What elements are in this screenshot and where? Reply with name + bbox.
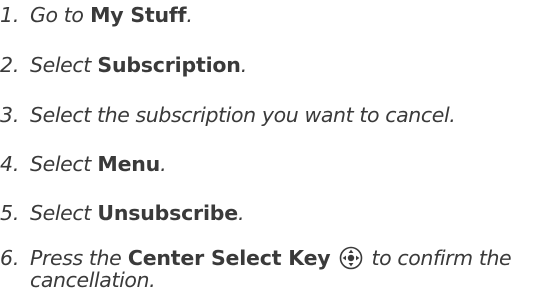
step-end: . — [186, 3, 193, 27]
step-number: 6. — [0, 246, 20, 270]
step-end: . — [160, 152, 167, 176]
step-text: Select Subscription. — [30, 52, 247, 79]
step-sentence: Select the subscription you want to canc… — [30, 103, 456, 127]
step-verb: Select — [30, 152, 91, 176]
step-continuation: to confirm the — [371, 246, 512, 270]
center-select-key-icon — [339, 246, 363, 270]
instruction-steps: 1. Go to My Stuff. 2. Select Subscriptio… — [0, 0, 544, 292]
step-text: Go to My Stuff. — [30, 2, 193, 29]
step-text: Select Menu. — [30, 151, 167, 178]
step-number: 2. — [0, 53, 20, 77]
step-target: Unsubscribe — [97, 201, 238, 225]
step-number: 1. — [0, 3, 20, 27]
step-target: Center Select Key — [127, 246, 331, 270]
step-verb: Select — [30, 201, 91, 225]
step-target: Subscription — [97, 53, 241, 77]
step-target: Menu — [97, 152, 161, 176]
step-end: . — [240, 53, 248, 77]
step-target: My Stuff — [90, 3, 187, 27]
step-text: Select Unsubscribe. — [30, 200, 245, 227]
step-text: Select the subscription you want to canc… — [30, 102, 456, 129]
step-number: 4. — [0, 152, 20, 176]
step-number: 3. — [0, 103, 20, 127]
step-verb: Select — [30, 53, 91, 77]
step-number: 5. — [0, 201, 20, 225]
step-verb: Go to — [30, 3, 84, 27]
step-end: . — [237, 201, 245, 225]
